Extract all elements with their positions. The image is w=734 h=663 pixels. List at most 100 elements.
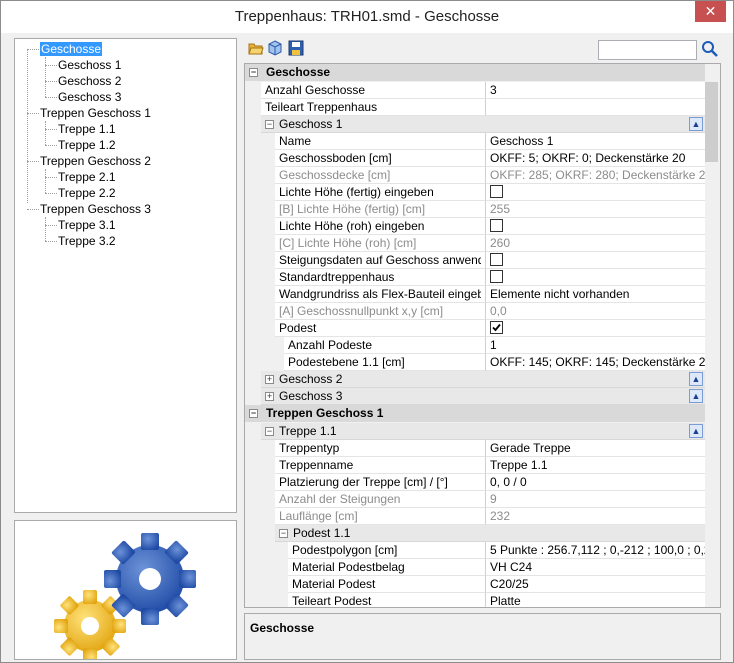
property-row[interactable]: Anzahl Podeste 1	[245, 337, 705, 354]
property-value[interactable]: Treppe 1.1	[485, 457, 705, 474]
tree-connector	[45, 57, 46, 97]
property-row[interactable]: Material Podest C20/25	[245, 576, 705, 593]
property-value[interactable]	[485, 320, 705, 337]
property-name: Anzahl Geschosse	[265, 83, 366, 97]
tree-leaf[interactable]: Treppe 2.2	[58, 185, 116, 201]
app-window: Treppenhaus: TRH01.smd - Geschosse ✕ Ges…	[0, 0, 734, 663]
collapse-toggle-icon[interactable]: −	[249, 68, 258, 77]
property-value[interactable]: 1	[485, 337, 705, 354]
group-header[interactable]: − Treppe 1.1 ▲	[261, 423, 705, 440]
property-value[interactable]	[485, 252, 705, 269]
collapse-all-icon[interactable]: ▲	[689, 372, 703, 386]
property-value[interactable]: Elemente nicht vorhanden	[485, 286, 705, 303]
property-row[interactable]: Material Podestbelag VH C24	[245, 559, 705, 576]
open-folder-icon[interactable]	[248, 40, 264, 56]
tree-node[interactable]: Treppen Geschoss 2	[40, 153, 151, 169]
property-row[interactable]: Anzahl Geschosse 3	[245, 82, 705, 99]
tree-leaf[interactable]: Geschoss 1	[58, 57, 121, 73]
property-row[interactable]: [B] Lichte Höhe (fertig) [cm] 255	[245, 201, 705, 218]
tree-node[interactable]: Geschosse	[40, 41, 103, 57]
tree-item-label: Geschosse	[40, 42, 103, 56]
tree-leaf[interactable]: Treppe 3.2	[58, 233, 116, 249]
checkbox-unchecked[interactable]	[490, 270, 503, 284]
window-title: Treppenhaus: TRH01.smd - Geschosse	[234, 8, 500, 25]
property-row[interactable]: Wandgrundriss als Flex-Bauteil eingeben E…	[245, 286, 705, 303]
property-row[interactable]: Platzierung der Treppe [cm] / [°] 0, 0 / …	[245, 474, 705, 491]
checkbox-checked[interactable]	[490, 321, 503, 335]
property-value[interactable]: 5 Punkte : 256.7,112 ; 0,-212 ; 100,0 ; …	[485, 542, 705, 559]
property-row[interactable]: Lichte Höhe (roh) eingeben	[245, 218, 705, 235]
category-header[interactable]: − Geschosse	[245, 64, 705, 81]
property-row[interactable]: Anzahl der Steigungen 9	[245, 491, 705, 508]
collapse-toggle-icon[interactable]: −	[265, 427, 274, 436]
collapse-all-icon[interactable]: ▲	[689, 389, 703, 403]
collapse-toggle-icon[interactable]: −	[249, 409, 258, 418]
group-header[interactable]: + Geschoss 3 ▲	[261, 388, 705, 405]
property-value[interactable]	[485, 184, 705, 201]
property-grid[interactable]: − Geschosse Anzahl Geschosse 3 Teileart Trep…	[244, 63, 721, 608]
tree-view[interactable]: Geschosse Geschoss 1 Geschoss 2 Geschoss 3 T…	[14, 38, 237, 513]
property-value[interactable]: C20/25	[485, 576, 705, 593]
property-row[interactable]: Geschossdecke [cm] OKFF: 285; OKRF: 280; …	[245, 167, 705, 184]
checkbox-unchecked[interactable]	[490, 253, 503, 267]
property-row[interactable]: Steigungsdaten auf Geschoss anwenden	[245, 252, 705, 269]
scrollbar-thumb[interactable]	[705, 82, 718, 162]
property-row[interactable]: Name Geschoss 1	[245, 133, 705, 150]
property-value[interactable]	[485, 269, 705, 286]
property-row[interactable]: Lichte Höhe (fertig) eingeben	[245, 184, 705, 201]
property-row[interactable]: Podest	[245, 320, 705, 337]
property-value[interactable]: VH C24	[485, 559, 705, 576]
gears-illustration	[54, 533, 196, 659]
close-button[interactable]: ✕	[695, 1, 726, 22]
checkbox-unchecked[interactable]	[490, 219, 503, 233]
vertical-scrollbar[interactable]	[703, 64, 720, 607]
tree-leaf[interactable]: Treppe 1.2	[58, 137, 116, 153]
property-value[interactable]: Platte	[485, 593, 705, 607]
expand-toggle-icon[interactable]: +	[265, 375, 274, 384]
property-row[interactable]: Teileart Treppenhaus	[245, 99, 705, 116]
expand-toggle-icon[interactable]: +	[265, 392, 274, 401]
property-value[interactable]: Gerade Treppe	[485, 440, 705, 457]
search-input[interactable]	[598, 40, 697, 60]
collapse-all-icon[interactable]: ▲	[689, 117, 703, 131]
cube-icon[interactable]	[267, 40, 283, 56]
property-value[interactable]: OKFF: 5; OKRF: 0; Deckenstärke 20	[485, 150, 705, 167]
collapse-all-icon[interactable]: ▲	[689, 424, 703, 438]
property-value[interactable]: 0, 0 / 0	[485, 474, 705, 491]
property-row[interactable]: Teileart Podest Platte	[245, 593, 705, 607]
tree-leaf[interactable]: Geschoss 3	[58, 89, 121, 105]
property-row[interactable]: Lauflänge [cm] 232	[245, 508, 705, 525]
property-row[interactable]: Geschossboden [cm] OKFF: 5; OKRF: 0; Deck…	[245, 150, 705, 167]
property-row[interactable]: [C] Lichte Höhe (roh) [cm] 260	[245, 235, 705, 252]
property-name: Lauflänge [cm]	[279, 509, 358, 523]
group-header[interactable]: + Geschoss 2 ▲	[261, 371, 705, 388]
property-row[interactable]: [A] Geschossnullpunkt x,y [cm] 0,0	[245, 303, 705, 320]
property-row[interactable]: Podestpolygon [cm] 5 Punkte : 256.7,112 ;…	[245, 542, 705, 559]
save-icon[interactable]	[288, 40, 304, 56]
tree-connector	[27, 113, 39, 114]
property-name: Standardtreppenhaus	[279, 270, 395, 284]
collapse-toggle-icon[interactable]: −	[265, 120, 274, 129]
property-row[interactable]: Podestebene 1.1 [cm] OKFF: 145; OKRF: 145…	[245, 354, 705, 371]
property-row[interactable]: Standardtreppenhaus	[245, 269, 705, 286]
checkbox-unchecked[interactable]	[490, 185, 503, 199]
property-value[interactable]: 3	[485, 82, 705, 99]
property-value[interactable]	[485, 99, 705, 116]
property-value[interactable]	[485, 218, 705, 235]
tree-leaf[interactable]: Treppe 3.1	[58, 217, 116, 233]
tree-node[interactable]: Treppen Geschoss 1	[40, 105, 151, 121]
property-row[interactable]: Treppenname Treppe 1.1	[245, 457, 705, 474]
property-value[interactable]: OKFF: 145; OKRF: 145; Deckenstärke 25	[485, 354, 705, 371]
category-header[interactable]: − Treppen Geschoss 1	[245, 405, 705, 422]
tree-leaf[interactable]: Treppe 2.1	[58, 169, 116, 185]
group-header[interactable]: − Geschoss 1 ▲	[261, 116, 705, 133]
collapse-toggle-icon[interactable]: −	[279, 529, 288, 538]
search-icon[interactable]	[701, 40, 719, 58]
property-row[interactable]: Treppentyp Gerade Treppe	[245, 440, 705, 457]
group-header[interactable]: − Podest 1.1	[275, 525, 705, 542]
tree-leaf[interactable]: Geschoss 2	[58, 73, 121, 89]
tree-leaf[interactable]: Treppe 1.1	[58, 121, 116, 137]
property-value[interactable]: Geschoss 1	[485, 133, 705, 150]
tree-node[interactable]: Treppen Geschoss 3	[40, 201, 151, 217]
property-name: [C] Lichte Höhe (roh) [cm]	[279, 236, 417, 250]
